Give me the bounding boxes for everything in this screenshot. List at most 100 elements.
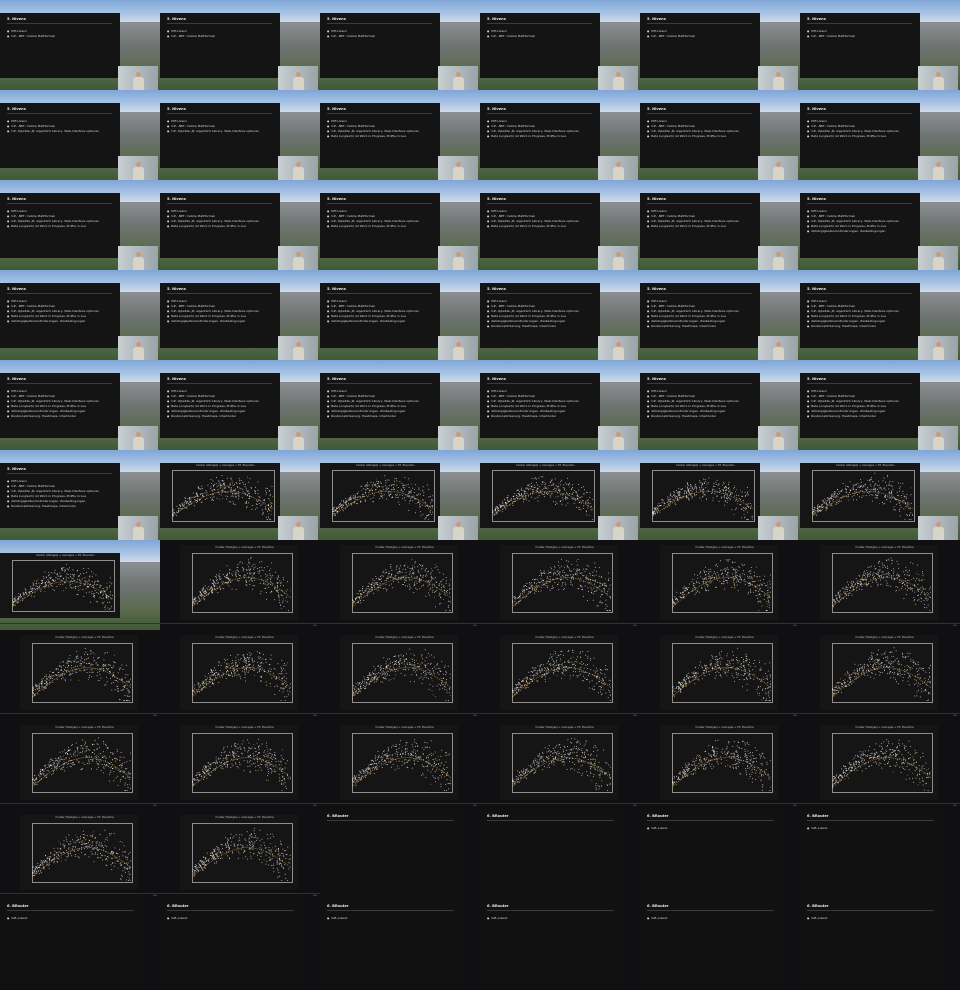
scatter-point xyxy=(420,568,422,569)
scatter-point xyxy=(396,493,398,495)
scatter-point xyxy=(404,584,406,586)
scatter-point xyxy=(830,504,832,506)
scatter-point xyxy=(822,505,824,507)
bullet-list: MIT-LizenzC#, .NET, mobile PlattformenC#… xyxy=(7,119,117,134)
scatter-point xyxy=(854,490,856,492)
scatter-point xyxy=(363,487,365,489)
scatter-point xyxy=(603,590,605,591)
slide-pager-icon[interactable]: ◂ ▸ xyxy=(633,623,637,627)
scatter-point xyxy=(97,656,99,658)
scatter-point xyxy=(751,515,753,517)
bullet-item: Routenoptimierung, Heatmaps, intermodal xyxy=(647,414,757,419)
scatter-point xyxy=(386,498,388,499)
scatter-point xyxy=(79,659,81,661)
scatter-point xyxy=(430,567,432,569)
scatter-point xyxy=(105,683,107,685)
scatter-point xyxy=(436,586,438,588)
scatter-point xyxy=(733,486,735,488)
scatter-point xyxy=(723,487,725,489)
scatter-point xyxy=(879,502,881,504)
scatter-point xyxy=(112,673,114,675)
scatter-point xyxy=(260,504,262,506)
scatter-point xyxy=(342,509,344,511)
scatter-point xyxy=(724,569,726,571)
scatter-point xyxy=(549,581,551,582)
scatter-point xyxy=(543,571,545,573)
scatter-point xyxy=(699,575,701,577)
video-frame-nivens: 5. NivensMIT-LizenzC#, .NET, mobile Plat… xyxy=(640,180,800,270)
scatter-point xyxy=(528,590,530,592)
scatter-point xyxy=(589,578,591,580)
scatter-point xyxy=(178,509,180,511)
scatter-point xyxy=(226,582,228,584)
scatter-point xyxy=(730,491,732,493)
scatter-point xyxy=(83,584,85,585)
scatter-point xyxy=(767,588,769,590)
scatter-point xyxy=(835,501,837,503)
scatter-point xyxy=(661,498,663,500)
scatter-point xyxy=(885,481,886,483)
scatter-point xyxy=(735,499,737,501)
slide-pager-icon[interactable]: ◂ ▸ xyxy=(793,623,797,627)
scatter-points xyxy=(652,477,753,520)
scatter-point xyxy=(591,509,593,511)
scatter-point xyxy=(663,501,665,503)
scatter-point xyxy=(707,584,709,586)
scatter-point xyxy=(887,495,889,497)
scatter-point xyxy=(845,491,847,493)
scatter-point xyxy=(702,577,704,579)
scatter-point xyxy=(235,569,237,571)
scatter-point xyxy=(580,486,582,488)
scatter-point xyxy=(126,687,128,689)
scatter-point xyxy=(851,495,853,497)
scatter-point xyxy=(896,574,898,576)
scatter-point xyxy=(22,599,24,601)
scatter-point xyxy=(675,497,677,499)
scatter-point xyxy=(908,518,910,520)
scatter-point xyxy=(212,493,214,495)
video-frame-nivens: 5. NivensMIT-LizenzC#, .NET, mobile Plat… xyxy=(480,0,640,90)
scatter-point xyxy=(374,483,376,485)
scatter-point xyxy=(214,483,216,485)
scatter-point xyxy=(215,576,217,578)
slide-pager-icon[interactable]: ◂ ▸ xyxy=(953,623,957,627)
scatter-point xyxy=(502,504,504,506)
scatter-point xyxy=(596,589,598,591)
scatter-plot: Cluster (Wedges) + Averages + Fit, Eleva… xyxy=(500,545,618,620)
scatter-point xyxy=(530,585,532,587)
scatter-point xyxy=(227,491,229,493)
scatter-point xyxy=(199,594,201,596)
bullet-list: MIT-LizenzC#, .NET, mobile Plattformen xyxy=(807,29,917,39)
slide-pager-icon[interactable]: ◂ ▸ xyxy=(313,623,317,627)
scatter-point xyxy=(204,590,206,592)
scatter-point xyxy=(385,571,387,573)
scatter-point xyxy=(236,579,238,581)
scatter-point xyxy=(268,497,270,499)
scatter-point xyxy=(538,494,540,496)
scatter-point xyxy=(716,490,718,492)
scatter-point xyxy=(756,584,758,586)
scatter-point xyxy=(409,491,411,493)
scatter-point xyxy=(352,497,354,499)
scatter-point xyxy=(536,481,538,483)
scatter-point xyxy=(69,566,70,568)
slide-pager-icon[interactable]: ◂ ▸ xyxy=(473,623,477,627)
scatter-point xyxy=(372,484,373,486)
scatter-point xyxy=(373,481,374,483)
scatter-point xyxy=(682,594,684,596)
scatter-point xyxy=(550,496,552,498)
title-divider xyxy=(807,293,912,294)
slide-pager-icon[interactable]: ◂ ▸ xyxy=(153,713,157,717)
scatter-point xyxy=(96,671,98,673)
speaker-camera-inset xyxy=(598,156,638,180)
slide-title: 5. Nivens xyxy=(167,197,186,201)
scatter-point xyxy=(252,584,254,586)
scatter-point xyxy=(513,492,515,494)
scatter-point xyxy=(673,490,675,492)
scatter-point xyxy=(398,566,400,568)
scatter-point xyxy=(876,573,878,575)
scatter-point xyxy=(265,575,267,577)
scatter-point xyxy=(706,583,708,585)
scatter-point xyxy=(901,494,902,496)
scatter-point xyxy=(879,486,881,488)
